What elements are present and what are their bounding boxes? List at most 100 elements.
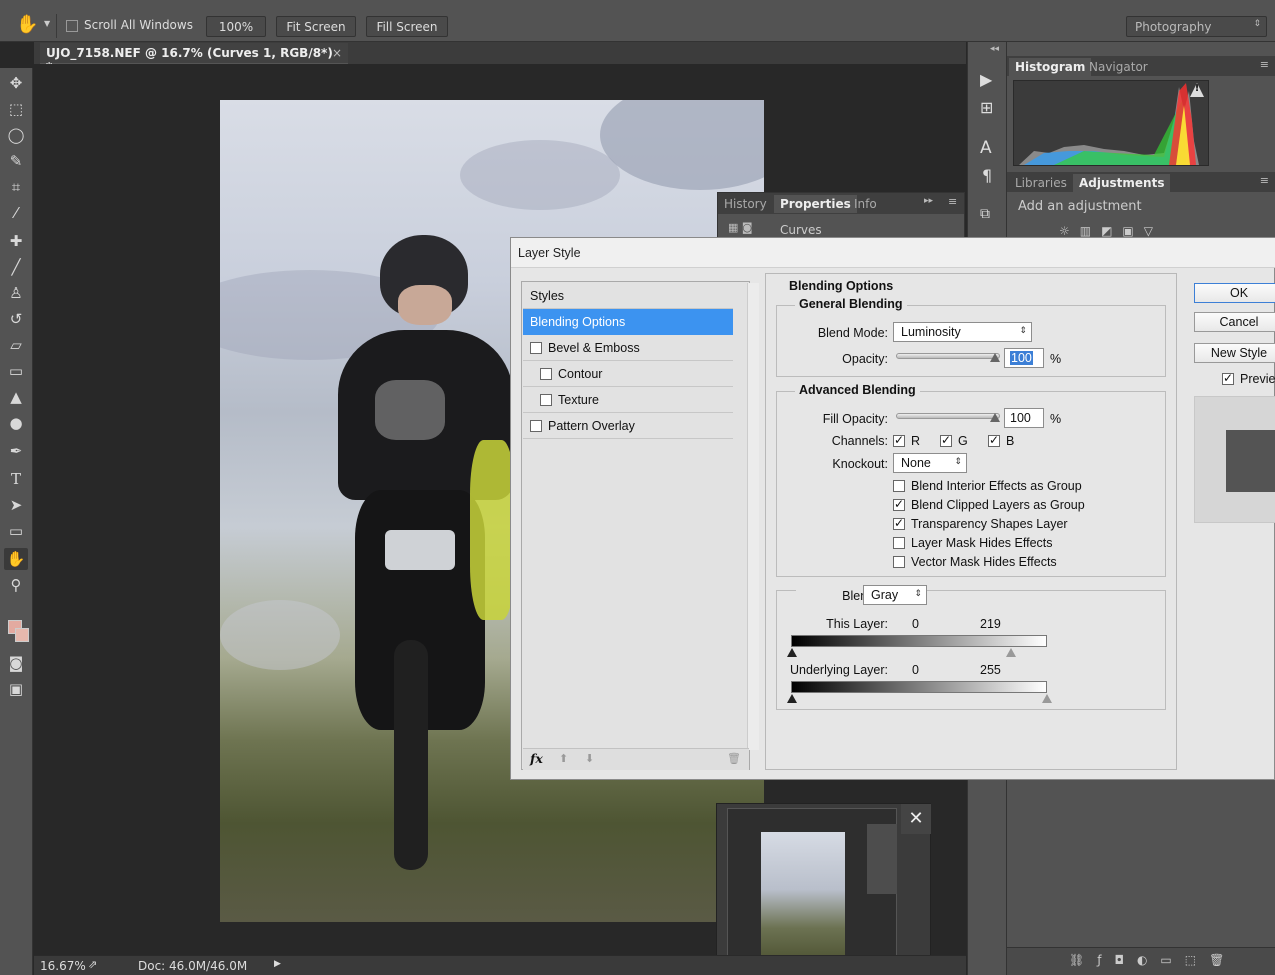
quick-mask-icon[interactable]: ◙: [4, 652, 28, 674]
hand-tool-icon[interactable]: ✋: [4, 548, 28, 570]
tab-properties[interactable]: Properties: [774, 195, 857, 213]
move-tool-icon[interactable]: ✥: [4, 72, 28, 94]
type-tool-icon[interactable]: T: [4, 468, 28, 490]
export-icon[interactable]: ⇗: [88, 958, 97, 971]
panel-menu-icon[interactable]: ≡: [1260, 174, 1269, 187]
style-list-item[interactable]: Blending Options: [523, 309, 733, 335]
underlying-high-value: 255: [980, 663, 1001, 677]
zoom-readout[interactable]: 16.67%: [40, 959, 86, 973]
options-bar: ✋ ▼ Scroll All Windows 100% Fit Screen F…: [0, 0, 1275, 42]
lasso-tool-icon[interactable]: ◯: [4, 124, 28, 146]
channel-r-checkbox[interactable]: R: [893, 433, 920, 448]
preview-checkbox[interactable]: Preview: [1222, 371, 1275, 386]
advanced-option-checkbox[interactable]: Blend Interior Effects as Group: [893, 479, 1082, 493]
dodge-tool-icon[interactable]: ●: [4, 412, 28, 434]
quick-selection-tool-icon[interactable]: ✎: [4, 150, 28, 172]
opacity-input[interactable]: 100: [1004, 348, 1044, 368]
character-icon[interactable]: A: [980, 138, 992, 158]
tab-libraries[interactable]: Libraries: [1009, 174, 1073, 192]
fx-icon[interactable]: fx: [530, 751, 543, 766]
new-style-button[interactable]: New Style: [1194, 343, 1275, 363]
knockout-select[interactable]: None ⇕: [893, 453, 967, 473]
crop-tool-icon[interactable]: ⌗: [4, 176, 28, 198]
blur-tool-icon[interactable]: ▲: [4, 386, 28, 408]
collapse-icon[interactable]: ◂◂: [990, 44, 999, 54]
tab-history[interactable]: History: [718, 195, 773, 213]
channel-b-checkbox[interactable]: B: [988, 433, 1014, 448]
scroll-all-windows-checkbox[interactable]: [66, 20, 78, 32]
trash-icon[interactable]: 🗑: [727, 752, 741, 765]
style-checkbox[interactable]: [530, 342, 542, 354]
style-checkbox[interactable]: [530, 420, 542, 432]
this-layer-black-thumb[interactable]: [787, 648, 797, 657]
underlying-black-thumb[interactable]: [787, 694, 797, 703]
healing-brush-tool-icon[interactable]: ✚: [4, 230, 28, 252]
ok-button[interactable]: OK: [1194, 283, 1275, 303]
path-selection-tool-icon[interactable]: ➤: [4, 494, 28, 516]
clone-source-icon[interactable]: ⊞: [980, 98, 993, 117]
tab-info[interactable]: Info: [848, 195, 883, 213]
history-brush-tool-icon[interactable]: ↺: [4, 308, 28, 330]
style-list-scrollbar[interactable]: [747, 283, 759, 750]
zoom-100-button[interactable]: 100%: [206, 16, 266, 37]
move-down-icon[interactable]: ⬇: [585, 752, 594, 765]
advanced-option-checkbox[interactable]: Layer Mask Hides Effects: [893, 536, 1053, 550]
layer-comps-icon[interactable]: ⧉: [980, 206, 990, 222]
advanced-option-checkbox[interactable]: Transparency Shapes Layer: [893, 516, 1068, 531]
style-list-item[interactable]: Styles: [523, 283, 733, 309]
adjustment-icons-row[interactable]: ☼▥◩▣▽: [1059, 224, 1163, 238]
panel-menu-icon[interactable]: ≡: [948, 195, 957, 208]
tab-adjustments[interactable]: Adjustments: [1073, 174, 1171, 192]
eraser-tool-icon[interactable]: ▱: [4, 334, 28, 356]
background-color-swatch[interactable]: [15, 628, 29, 642]
blend-mode-select[interactable]: Luminosity ⇕: [893, 322, 1032, 342]
close-tab-icon[interactable]: ×: [332, 46, 342, 60]
fill-screen-button[interactable]: Fill Screen: [366, 16, 448, 37]
blend-if-select[interactable]: Gray ⇕: [863, 585, 927, 605]
style-list-item[interactable]: Contour: [523, 361, 733, 387]
brush-tool-icon[interactable]: ╱: [4, 256, 28, 278]
hand-tool-icon[interactable]: ✋: [16, 14, 38, 35]
cancel-button[interactable]: Cancel: [1194, 312, 1275, 332]
style-checkbox[interactable]: [540, 368, 552, 380]
style-checkbox[interactable]: [540, 394, 552, 406]
paragraph-icon[interactable]: ¶: [982, 166, 992, 185]
play-actions-icon[interactable]: ▶: [980, 70, 992, 89]
expand-icon[interactable]: ▸▸: [924, 196, 933, 206]
fit-screen-button[interactable]: Fit Screen: [276, 16, 356, 37]
eyedropper-tool-icon[interactable]: ⁄: [4, 202, 28, 224]
status-menu-arrow-icon[interactable]: ▶: [274, 959, 281, 969]
move-up-icon[interactable]: ⬆: [559, 752, 568, 765]
fill-opacity-input[interactable]: 100: [1004, 408, 1044, 428]
marquee-tool-icon[interactable]: ⬚: [4, 98, 28, 120]
panel-menu-icon[interactable]: ≡: [1260, 58, 1269, 71]
clone-stamp-tool-icon[interactable]: ♙: [4, 282, 28, 304]
this-layer-white-thumb[interactable]: [1006, 648, 1016, 657]
document-tab[interactable]: UJO_7158.NEF @ 16.7% (Curves 1, RGB/8*) …: [40, 43, 348, 74]
screen-mode-icon[interactable]: ▣: [4, 678, 28, 700]
rectangle-tool-icon[interactable]: ▭: [4, 520, 28, 542]
tab-navigator[interactable]: Navigator: [1083, 58, 1154, 76]
zoom-tool-icon[interactable]: ⚲: [4, 574, 28, 596]
pen-tool-icon[interactable]: ✒: [4, 440, 28, 462]
style-list-item[interactable]: Texture: [523, 387, 733, 413]
opacity-slider[interactable]: [896, 353, 1000, 359]
fill-opacity-slider-thumb[interactable]: [990, 413, 1000, 422]
channels-label: Channels:: [831, 434, 888, 448]
close-icon[interactable]: ✕: [901, 804, 931, 834]
channel-g-checkbox[interactable]: G: [940, 433, 968, 448]
advanced-option-checkbox[interactable]: Blend Clipped Layers as Group: [893, 497, 1085, 512]
gradient-tool-icon[interactable]: ▭: [4, 360, 28, 382]
opacity-slider-thumb[interactable]: [990, 353, 1000, 362]
underlying-white-thumb[interactable]: [1042, 694, 1052, 703]
style-list-item[interactable]: Pattern Overlay: [523, 413, 733, 439]
layers-footer-icons[interactable]: ⛓ƒ◘◐▭⬚🗑: [1069, 953, 1237, 967]
tool-preset-chevron-down-icon[interactable]: ▼: [44, 19, 50, 28]
style-list-footer: fx ⬆ ⬇ 🗑: [523, 748, 749, 770]
tab-histogram[interactable]: Histogram: [1009, 58, 1092, 76]
workspace-select[interactable]: Photography ⇕: [1126, 16, 1267, 37]
fill-opacity-slider[interactable]: [896, 413, 1000, 419]
style-list-item[interactable]: Bevel & Emboss: [523, 335, 733, 361]
advanced-option-checkbox[interactable]: Vector Mask Hides Effects: [893, 555, 1057, 569]
navigator-thumbnail-popup: ✕: [716, 803, 931, 975]
